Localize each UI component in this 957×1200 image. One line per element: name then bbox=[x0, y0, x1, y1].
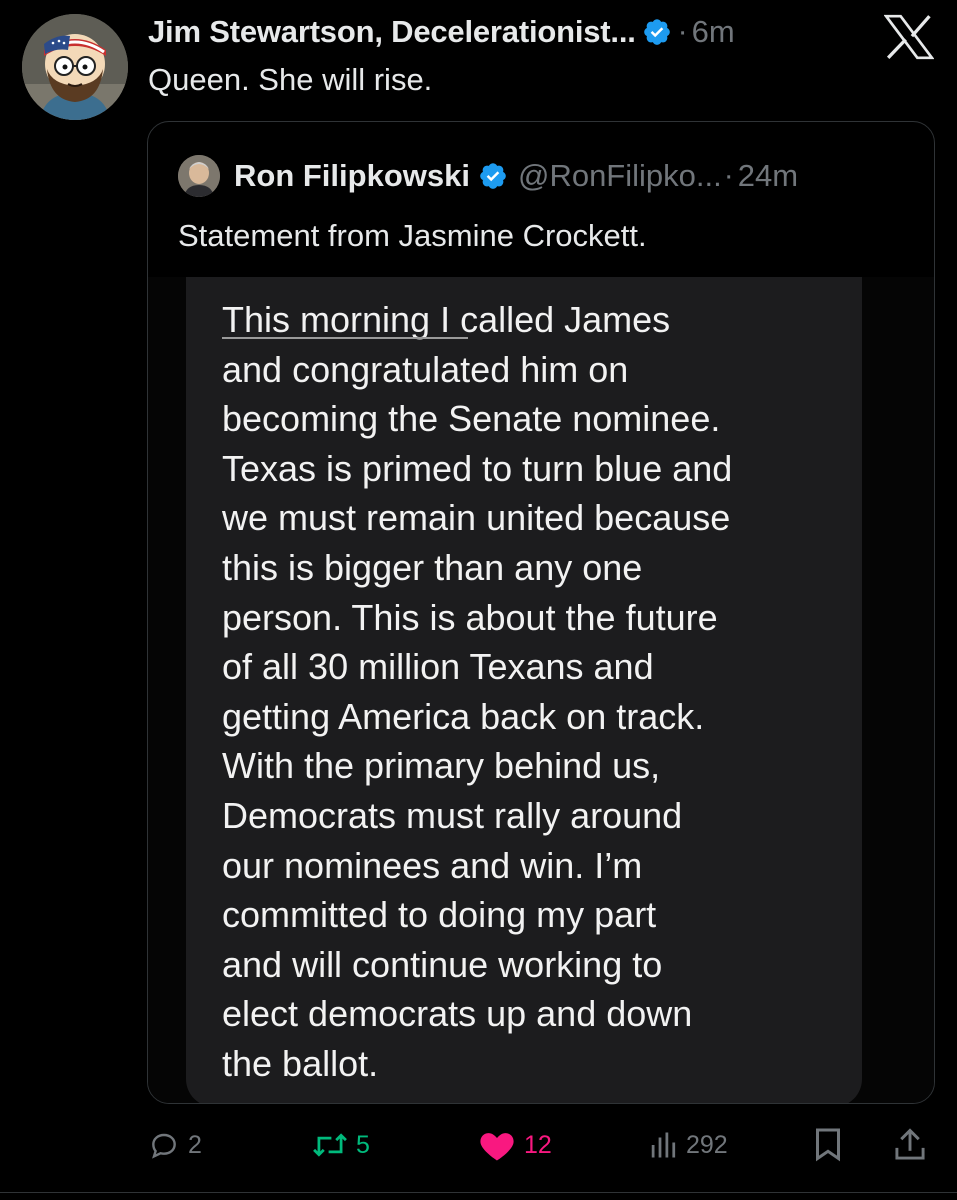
action-bar: 2 5 12 292 bbox=[148, 1122, 938, 1168]
statement-line: person. This is about the future bbox=[222, 596, 718, 638]
quoted-author-handle[interactable]: @RonFilipko... bbox=[518, 158, 722, 194]
repost-count: 5 bbox=[356, 1130, 370, 1159]
statement-text: This morning I called James and congratul… bbox=[222, 295, 732, 1089]
like-count: 12 bbox=[524, 1130, 552, 1159]
statement-line: of all 30 million Texans and bbox=[222, 646, 654, 688]
author-avatar[interactable] bbox=[22, 14, 128, 120]
repost-icon bbox=[313, 1133, 347, 1157]
statement-line: elect democrats up and down bbox=[222, 993, 693, 1035]
bookmark-icon bbox=[816, 1128, 840, 1162]
quoted-post-image[interactable]: This morning I called James and congratul… bbox=[148, 277, 934, 1103]
post-header: Jim Stewartson, Decelerationist... · 6m bbox=[148, 8, 848, 56]
reply-button[interactable]: 2 bbox=[148, 1122, 202, 1168]
statement-line: the ballot. bbox=[222, 1042, 379, 1084]
separator-dot: · bbox=[677, 15, 688, 48]
statement-line: and will continue working to bbox=[222, 943, 663, 985]
analytics-icon bbox=[651, 1132, 676, 1158]
quoted-author-name[interactable]: Ron Filipkowski bbox=[234, 158, 470, 194]
post-timestamp[interactable]: 6m bbox=[692, 14, 735, 50]
statement-line: this is bigger than any one bbox=[222, 546, 643, 588]
views-button[interactable]: 292 bbox=[648, 1122, 728, 1168]
statement-line: Texas is primed to turn blue and bbox=[222, 447, 733, 489]
bookmark-button[interactable] bbox=[812, 1122, 844, 1168]
x-logo-icon bbox=[884, 14, 934, 60]
reply-icon bbox=[152, 1133, 176, 1159]
statement-line: With the primary behind us, bbox=[222, 745, 661, 787]
quoted-post-header: Ron Filipkowski @RonFilipko... · 24m bbox=[234, 152, 798, 200]
verified-badge-icon[interactable] bbox=[642, 17, 672, 47]
quoted-post-timestamp[interactable]: 24m bbox=[738, 158, 798, 194]
statement-line: becoming the Senate nominee. bbox=[222, 398, 721, 440]
verified-badge-icon[interactable] bbox=[478, 161, 508, 191]
quoted-author-avatar[interactable] bbox=[178, 155, 220, 197]
repost-button[interactable]: 5 bbox=[312, 1122, 370, 1168]
heart-icon bbox=[480, 1133, 514, 1161]
like-button[interactable]: 12 bbox=[478, 1122, 552, 1168]
statement-line: and congratulated him on bbox=[222, 348, 629, 390]
quoted-post-card[interactable]: Ron Filipkowski @RonFilipko... · 24m Sta… bbox=[147, 121, 935, 1104]
separator-dot: · bbox=[723, 159, 734, 192]
share-icon bbox=[895, 1128, 925, 1160]
statement-line: we must remain united because bbox=[222, 497, 731, 539]
quoted-post-text: Statement from Jasmine Crockett. bbox=[178, 218, 647, 253]
statement-screenshot: This morning I called James and congratul… bbox=[186, 277, 862, 1103]
reply-count: 2 bbox=[188, 1130, 202, 1159]
cartoon-avatar-icon bbox=[22, 14, 128, 120]
statement-line: our nominees and win. I’m bbox=[222, 844, 643, 886]
share-button[interactable] bbox=[894, 1122, 926, 1168]
text-underline bbox=[222, 337, 468, 339]
author-name[interactable]: Jim Stewartson, Decelerationist... bbox=[148, 14, 636, 50]
view-count: 292 bbox=[686, 1130, 728, 1159]
post-text: Queen. She will rise. bbox=[148, 62, 433, 97]
statement-line: getting America back on track. bbox=[222, 695, 705, 737]
profile-photo-icon bbox=[178, 155, 220, 197]
post-divider bbox=[0, 1192, 957, 1193]
statement-line: Democrats must rally around bbox=[222, 794, 683, 836]
statement-line: committed to doing my part bbox=[222, 894, 657, 936]
